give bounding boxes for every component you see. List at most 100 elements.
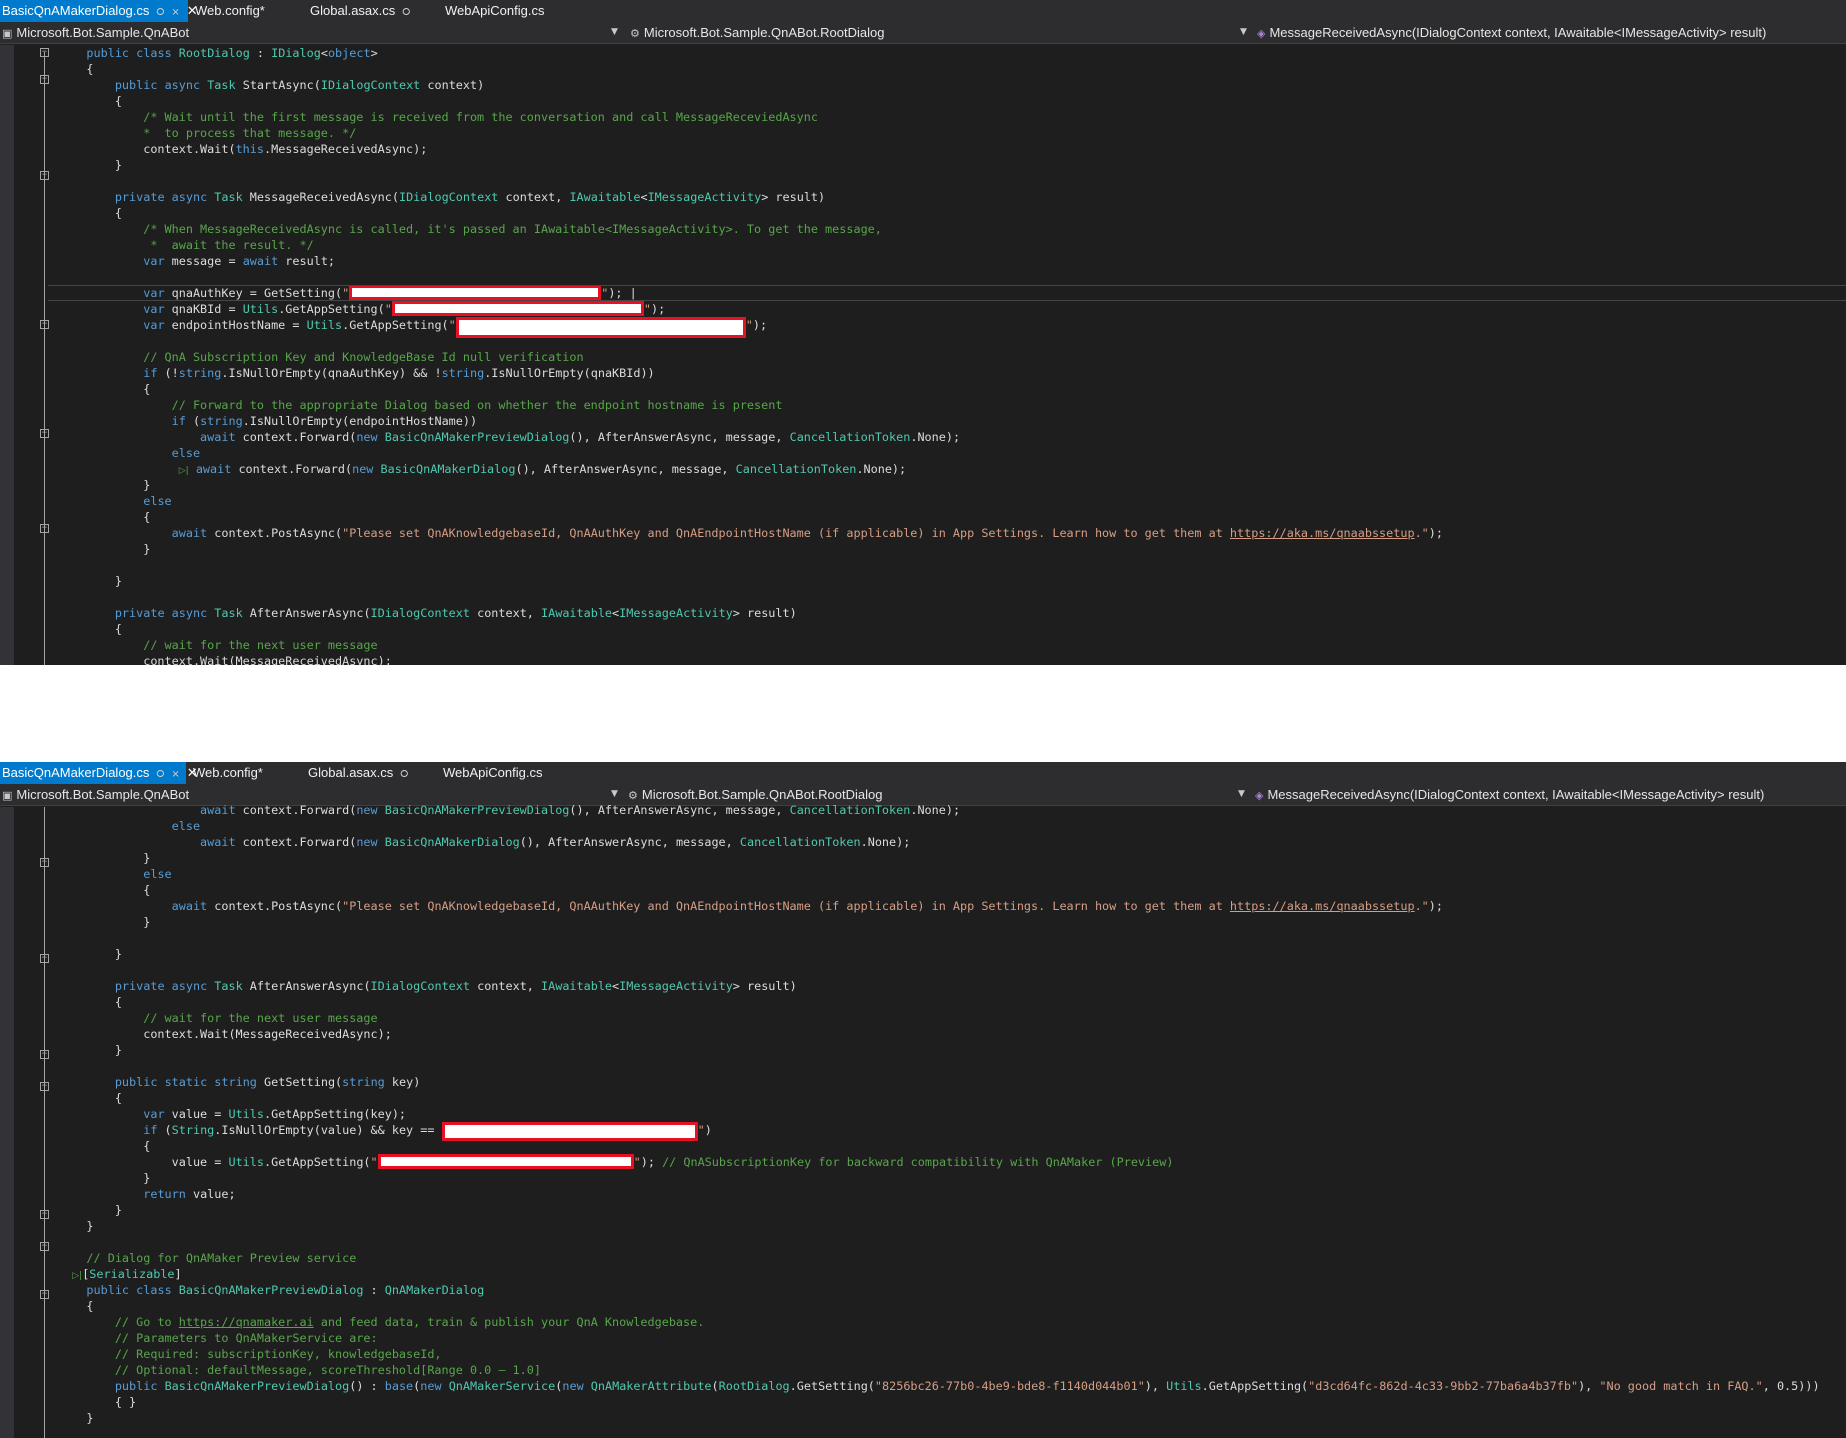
method-icon: ◈ (1255, 789, 1264, 802)
code-line: private async Task MessageReceivedAsync(… (114, 190, 826, 204)
code-editor[interactable]: public class RootDialog : IDialog<object… (48, 45, 1846, 665)
code-string: "d3cd64fc-862d-4c33-9bb2-77ba6a4b37fb" (1308, 1379, 1579, 1393)
code-line: { (58, 1139, 151, 1153)
collapse-icon[interactable]: − (40, 954, 49, 963)
code-line: if (String.IsNullOrEmpty(value) && key =… (58, 1122, 1820, 1141)
collapse-icon[interactable]: − (40, 524, 49, 533)
code-line: { (58, 382, 151, 396)
code-line: { } (58, 1395, 137, 1409)
code-line: } (58, 574, 122, 588)
tab-basicqnamakerdialog[interactable]: BasicQnAMakerDialog.cs ⭘ ⨯ ✕ (0, 762, 198, 784)
code-line: } (58, 542, 151, 556)
document-tab-bar: BasicQnAMakerDialog.cs ⭘ ⨯ ✕ Web.config* Gl… (0, 0, 1846, 22)
run-to-click-icon[interactable]: ▷| (179, 466, 189, 476)
tab-web-config[interactable]: Web.config* (193, 0, 298, 22)
pin-icon[interactable]: ⭘ (156, 7, 164, 18)
class-dropdown[interactable]: ⚙ Microsoft.Bot.Sample.QnABot.RootDialog … (630, 22, 1250, 43)
code-line: { (58, 1091, 122, 1105)
code-line: } (58, 1043, 122, 1057)
code-editor[interactable]: await context.Forward(new BasicQnAMakerP… (58, 802, 1820, 1426)
code-comment: // wait for the next user message (143, 1011, 378, 1025)
code-line: } (58, 1411, 94, 1425)
project-dropdown[interactable]: ▣ Microsoft.Bot.Sample.QnABot ▼ (2, 22, 622, 43)
collapse-icon[interactable]: − (40, 1210, 49, 1219)
code-line: // Required: subscriptionKey, knowledgeb… (58, 1346, 1820, 1362)
code-string: "Please set QnAKnowledgebaseId, QnAAuthK… (342, 899, 1230, 913)
collapse-icon[interactable]: − (40, 429, 49, 438)
collapse-icon[interactable]: − (40, 75, 49, 84)
collapse-icon[interactable]: − (40, 858, 49, 867)
chevron-down-icon: ▼ (1240, 27, 1247, 37)
code-line: // wait for the next user message (58, 637, 1443, 653)
code-comment: and feed data, train & publish your QnA … (313, 1315, 705, 1329)
tab-label: WebApiConfig.cs (445, 3, 545, 18)
code-line: // Dialog for QnAMaker Preview service (58, 1250, 1820, 1266)
class-label: Microsoft.Bot.Sample.QnABot.RootDialog (643, 25, 885, 40)
code-line: if (string.IsNullOrEmpty(endpointHostNam… (171, 414, 478, 428)
qnaabssetup-link[interactable]: https://aka.ms/qnaabssetup (1230, 526, 1415, 540)
code-string: ." (1414, 526, 1429, 540)
pin-icon[interactable]: ⭘ (402, 7, 410, 18)
tab-label: Web.config* (195, 3, 265, 18)
tab-label: WebApiConfig.cs (443, 765, 543, 780)
code-line: /* When MessageReceivedAsync is called, … (58, 221, 1443, 237)
dock-icon[interactable]: ⨯ (171, 7, 179, 18)
collapse-icon[interactable]: − (40, 1050, 49, 1059)
code-line: var message = await result; (143, 254, 336, 268)
member-label: MessageReceivedAsync(IDialogContext cont… (1267, 787, 1765, 802)
code-line: { (58, 206, 122, 220)
redaction-box (391, 301, 644, 316)
qnamaker-link[interactable]: https://qnamaker.ai (179, 1315, 314, 1329)
collapse-icon[interactable]: − (40, 48, 49, 57)
pin-icon[interactable]: ⭘ (156, 769, 164, 780)
collapse-icon[interactable]: − (40, 171, 49, 180)
code-comment: // Forward to the appropriate Dialog bas… (171, 398, 783, 412)
chevron-down-icon: ▼ (611, 27, 618, 37)
tab-label: BasicQnAMakerDialog.cs (2, 765, 150, 780)
tab-basicqnamakerdialog[interactable]: BasicQnAMakerDialog.cs ⭘ ⨯ ✕ (0, 0, 198, 22)
code-comment: * to process that message. */ (143, 126, 357, 140)
editor-panel-bottom: BasicQnAMakerDialog.cs ⭘ ⨯ ✕ Web.config* Gl… (0, 762, 1846, 1438)
tab-label: BasicQnAMakerDialog.cs (2, 3, 150, 18)
collapse-icon[interactable]: − (40, 1082, 49, 1091)
navigation-bar: ▣ Microsoft.Bot.Sample.QnABot ▼ ⚙ Microsof… (0, 22, 1846, 44)
code-line: else (171, 819, 201, 833)
code-line: { (58, 94, 122, 108)
code-comment: // Optional: defaultMessage, scoreThresh… (114, 1363, 541, 1377)
outline-margin: − − − − − − − (40, 807, 52, 1438)
code-line: value = Utils.GetAppSetting(" "); // QnAS… (58, 1154, 1174, 1169)
code-line: await context.Forward(new BasicQnAMakerP… (200, 803, 961, 817)
code-line: else (143, 867, 172, 881)
code-line: public BasicQnAMakerPreviewDialog() : ba… (114, 1379, 1820, 1393)
code-line: { (58, 510, 151, 524)
document-tab-bar: BasicQnAMakerDialog.cs ⭘ ⨯ ✕ Web.config* Gl… (0, 762, 1846, 784)
run-to-click-icon[interactable]: ▷| (72, 1271, 82, 1281)
pin-icon[interactable]: ⭘ (400, 769, 408, 780)
code-comment: // Dialog for QnAMaker Preview service (86, 1251, 357, 1265)
outline-margin: − − − − − − (40, 45, 52, 665)
code-line: public class BasicQnAMakerPreviewDialog … (86, 1283, 485, 1297)
project-icon: ▣ (2, 27, 13, 40)
tab-webapiconfig[interactable]: WebApiConfig.cs (443, 0, 583, 22)
collapse-icon[interactable]: − (40, 1242, 49, 1251)
collapse-icon[interactable]: − (40, 1290, 49, 1299)
tab-global-asax[interactable]: Global.asax.cs ⭘ (308, 0, 433, 22)
code-line: { (58, 622, 122, 636)
code-line: await context.PostAsync("Please set QnAK… (171, 899, 1444, 913)
tab-label: Web.config* (193, 765, 263, 780)
tab-web-config[interactable]: Web.config* (191, 762, 296, 784)
class-icon: ⚙ (628, 789, 638, 802)
collapse-icon[interactable]: − (40, 320, 49, 329)
tab-global-asax[interactable]: Global.asax.cs ⭘ (306, 762, 431, 784)
code-line: /* Wait until the first message is recei… (58, 109, 1443, 125)
code-line: } (58, 1171, 151, 1185)
dock-icon[interactable]: ⨯ (171, 769, 179, 780)
qnaabssetup-link[interactable]: https://aka.ms/qnaabssetup (1230, 899, 1415, 913)
member-dropdown[interactable]: ◈ MessageReceivedAsync(IDialogContext con… (1257, 22, 1846, 43)
code-comment: // QnA Subscription Key and KnowledgeBas… (143, 350, 584, 364)
editor-gutter (0, 807, 14, 1438)
tab-webapiconfig[interactable]: WebApiConfig.cs (441, 762, 581, 784)
